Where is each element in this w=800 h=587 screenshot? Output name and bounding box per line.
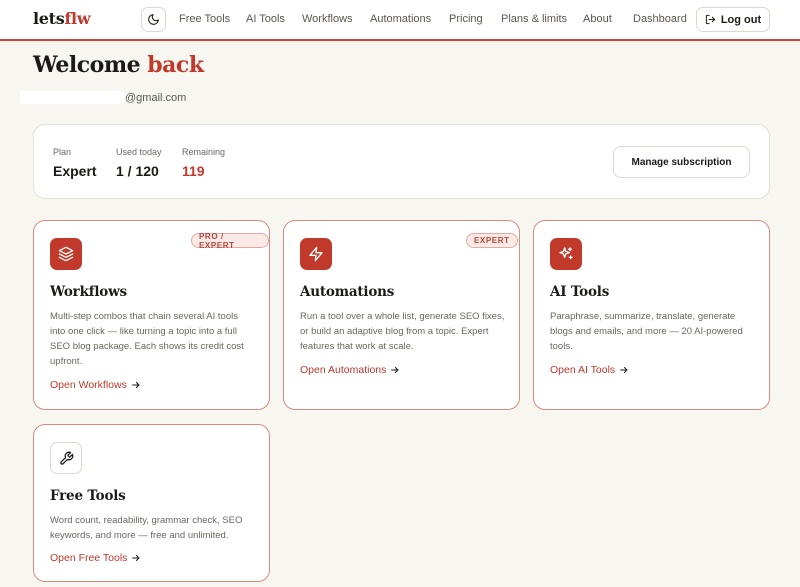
logo[interactable]: letsflw <box>33 9 91 28</box>
workflows-badge: PRO / EXPERT <box>191 232 269 250</box>
user-email: @gmail.com <box>125 92 187 104</box>
wrench-icon <box>59 451 73 465</box>
top-header: letsflw Free Tools AI Tools Workflows Au… <box>0 0 800 41</box>
remaining-stat: Remaining 119 <box>182 147 225 179</box>
free-tools-card[interactable]: Free Tools Word count, readability, gram… <box>33 424 270 582</box>
open-automations-link[interactable]: Open Automations <box>300 364 400 376</box>
remaining-value: 119 <box>182 163 205 179</box>
remaining-label: Remaining <box>182 147 226 157</box>
open-free-tools-label: Open Free Tools <box>50 552 128 564</box>
page-title: Welcome back <box>33 52 204 78</box>
plan-stat: Plan Expert <box>53 147 97 179</box>
automations-title: Automations <box>300 284 395 300</box>
used-stat: Used today 1 / 120 <box>116 147 162 179</box>
plan-summary-card: Plan Expert Used today 1 / 120 Remaining… <box>33 124 770 199</box>
arrow-right-icon <box>132 382 140 388</box>
logo-accent: flw <box>64 9 91 28</box>
automations-description: Run a tool over a whole list, generate S… <box>300 311 505 352</box>
workflows-icon-tile <box>50 238 82 270</box>
logout-button[interactable]: Log out <box>696 7 770 32</box>
nav-automations[interactable]: Automations <box>370 13 431 25</box>
email-redaction <box>20 91 124 104</box>
used-label: Used today <box>116 147 162 157</box>
ai-tools-title: AI Tools <box>550 284 610 300</box>
used-value: 1 / 120 <box>116 163 159 179</box>
sparkle-icon <box>559 247 573 260</box>
manage-subscription-button[interactable]: Manage subscription <box>613 146 750 178</box>
nav-ai-tools[interactable]: AI Tools <box>246 13 285 25</box>
automations-card[interactable]: EXPERT Automations Run a tool over a who… <box>283 220 520 410</box>
layers-icon <box>58 246 74 262</box>
welcome-accent: back <box>147 52 204 78</box>
open-automations-label: Open Automations <box>300 364 387 376</box>
open-workflows-label: Open Workflows <box>50 379 127 391</box>
workflows-card[interactable]: PRO / EXPERT Workflows Multi-step combos… <box>33 220 270 410</box>
welcome-greeting: Welcome <box>33 52 141 78</box>
arrow-right-icon <box>620 367 628 373</box>
automations-badge: EXPERT <box>466 233 518 248</box>
open-free-tools-link[interactable]: Open Free Tools <box>50 552 141 564</box>
open-ai-tools-label: Open AI Tools <box>550 364 616 376</box>
lightning-icon <box>309 246 323 262</box>
workflows-title: Workflows <box>50 284 127 300</box>
ai-tools-description: Paraphrase, summarize, translate, genera… <box>550 311 743 352</box>
nav-free-tools[interactable]: Free Tools <box>179 13 230 25</box>
nav-about[interactable]: About <box>583 13 612 25</box>
logout-label: Log out <box>720 13 762 26</box>
open-workflows-link[interactable]: Open Workflows <box>50 379 141 391</box>
open-ai-tools-link[interactable]: Open AI Tools <box>550 364 629 376</box>
nav-pricing[interactable]: Pricing <box>449 13 483 25</box>
free-tools-description: Word count, readability, grammar check, … <box>50 515 243 541</box>
logo-main: lets <box>33 9 65 28</box>
automations-icon-tile <box>300 238 332 270</box>
nav-workflows[interactable]: Workflows <box>302 13 353 25</box>
plan-label: Plan <box>53 147 72 157</box>
ai-tools-icon-tile <box>550 238 582 270</box>
free-tools-title: Free Tools <box>50 488 126 504</box>
nav-dashboard[interactable]: Dashboard <box>633 13 687 25</box>
nav-plans-limits[interactable]: Plans & limits <box>501 13 567 25</box>
ai-tools-card[interactable]: AI Tools Paraphrase, summarize, translat… <box>533 220 770 410</box>
moon-icon <box>148 14 159 25</box>
plan-value: Expert <box>53 163 97 179</box>
arrow-right-icon <box>132 555 140 561</box>
arrow-right-icon <box>391 367 399 373</box>
theme-toggle-button[interactable] <box>141 7 166 32</box>
logout-icon <box>705 14 715 25</box>
free-tools-icon-tile <box>50 442 82 474</box>
workflows-description: Multi-step combos that chain several AI … <box>50 311 244 367</box>
